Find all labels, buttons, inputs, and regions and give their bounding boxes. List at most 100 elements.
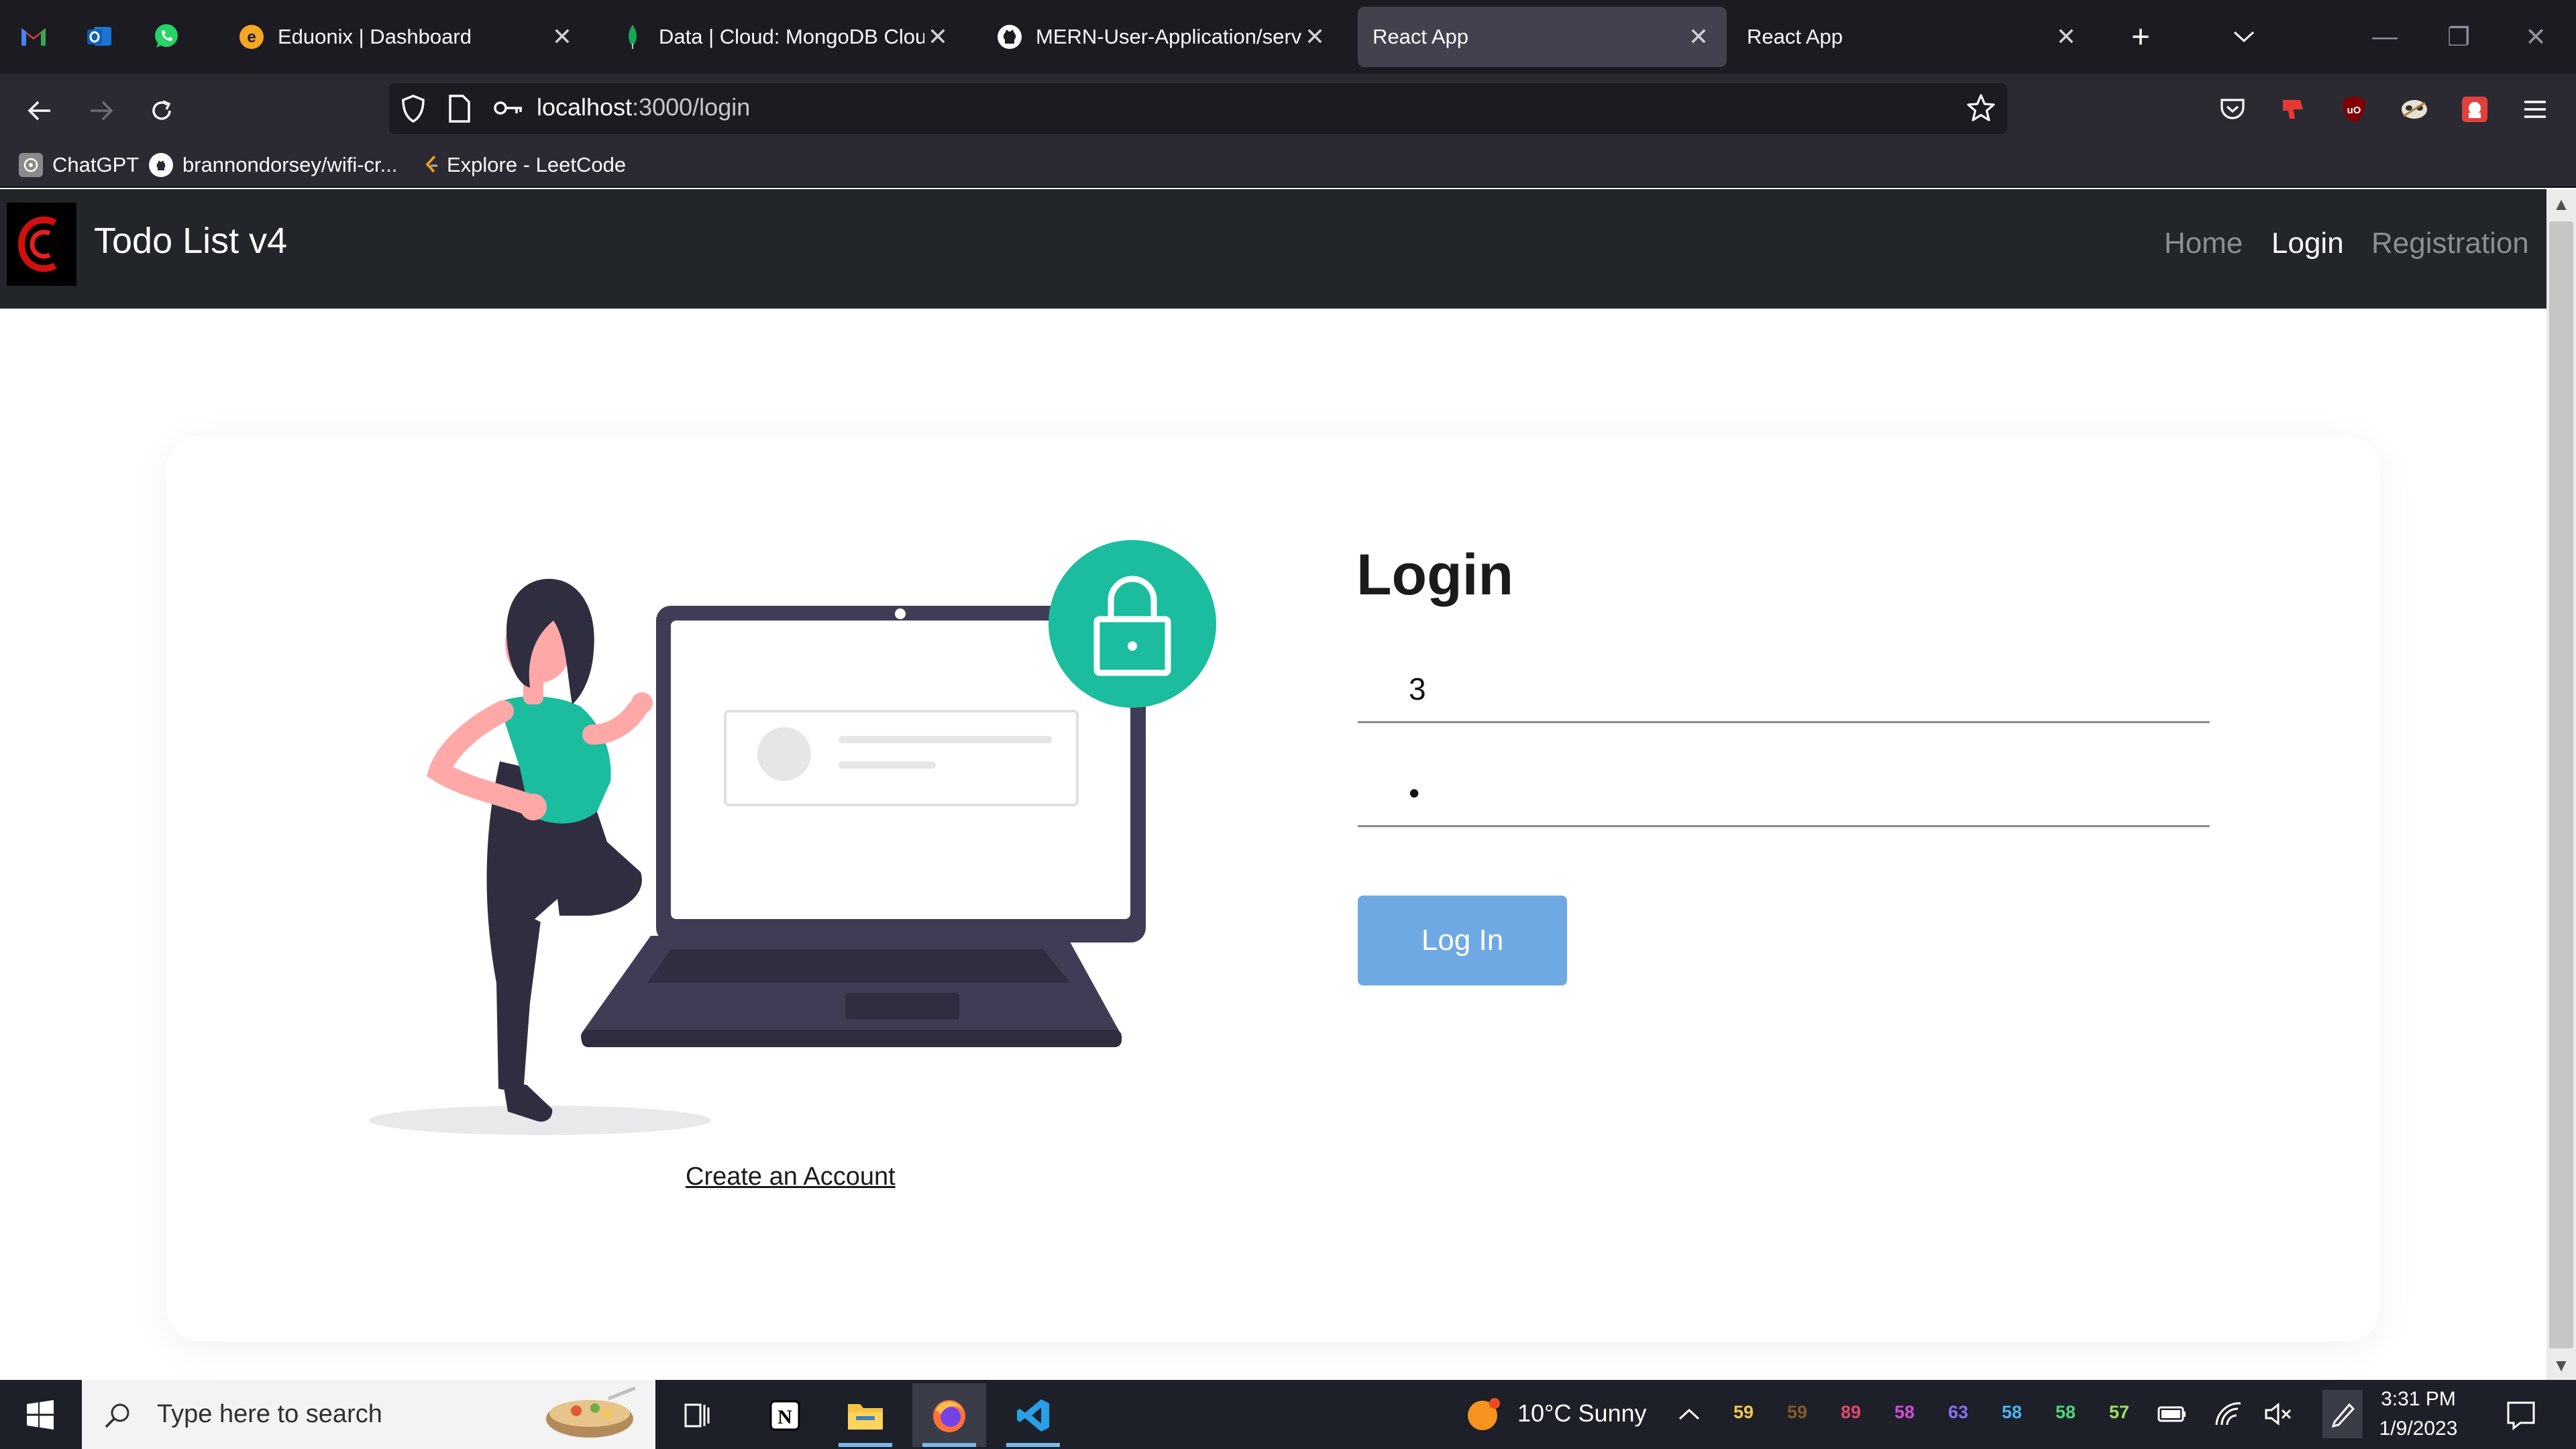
- tab-title: React App: [1373, 25, 1469, 48]
- gmail-pinned-tab[interactable]: [12, 15, 55, 58]
- tab-react-app[interactable]: React App ✕: [1732, 7, 2094, 67]
- key-icon[interactable]: [492, 97, 525, 123]
- close-tab-icon[interactable]: ✕: [549, 23, 576, 51]
- pocket-icon[interactable]: [2213, 90, 2252, 129]
- search-icon: [105, 1403, 129, 1428]
- search-placeholder: Type here to search: [157, 1400, 382, 1428]
- tray-monitor-value: 59: [1787, 1402, 1808, 1422]
- github-icon: [996, 23, 1024, 51]
- new-tab-plus-icon[interactable]: +: [2120, 16, 2161, 58]
- password-input[interactable]: [1358, 760, 2210, 825]
- close-tab-icon[interactable]: ✕: [2053, 23, 2080, 51]
- weather-text[interactable]: 10°C Sunny: [1517, 1399, 1647, 1428]
- tray-monitor-value: 89: [1841, 1402, 1862, 1422]
- bookmark-wifi-cracking[interactable]: brannondorsey/wifi-cr...: [149, 149, 397, 181]
- list-tabs-chevron-icon[interactable]: [2223, 16, 2265, 58]
- svg-text:e: e: [247, 28, 256, 46]
- github-icon: [149, 153, 173, 177]
- page-scrollbar-thumb[interactable]: [2549, 221, 2573, 1348]
- show-hidden-icons-chevron-icon[interactable]: [1670, 1395, 1708, 1433]
- tab-title: React App: [1747, 25, 1843, 48]
- bookmark-leetcode[interactable]: Explore - LeetCode: [424, 149, 626, 181]
- windows-start-button[interactable]: [0, 1380, 80, 1449]
- create-account-link[interactable]: Create an Account: [686, 1163, 896, 1191]
- reload-icon[interactable]: [142, 91, 181, 130]
- speaker-muted-icon[interactable]: [2259, 1395, 2297, 1433]
- whatsapp-pinned-tab[interactable]: [145, 15, 188, 58]
- wifi-icon[interactable]: [2210, 1395, 2247, 1433]
- pen-ink-workspace-icon[interactable]: [2322, 1390, 2363, 1438]
- gmail-icon: [21, 28, 46, 46]
- nav-link-login[interactable]: Login: [2271, 227, 2344, 260]
- firefox-app-icon[interactable]: [912, 1383, 986, 1447]
- page-document-icon[interactable]: [448, 94, 471, 127]
- close-tab-icon[interactable]: ✕: [1301, 23, 1328, 51]
- brand-title[interactable]: Todo List v4: [94, 220, 287, 262]
- taskbar-search-box[interactable]: Type here to search: [82, 1380, 655, 1449]
- tab-title: MERN-User-Application/server: [1036, 25, 1301, 48]
- close-tab-icon[interactable]: ✕: [1685, 23, 1712, 51]
- ublock-origin-icon[interactable]: uO: [2334, 90, 2373, 129]
- url-host: localhost: [537, 93, 633, 121]
- clock-date: 1/9/2023: [2379, 1417, 2458, 1440]
- app-running-indicator: [922, 1443, 976, 1447]
- lock-icon: [1049, 540, 1216, 708]
- tray-monitor-value: 58: [2055, 1402, 2076, 1422]
- clock-time: 3:31 PM: [2381, 1388, 2456, 1410]
- tab-react-app-active[interactable]: React App ✕: [1358, 7, 1727, 67]
- scroll-up-arrow-icon[interactable]: ▲: [2546, 189, 2576, 219]
- leetcode-icon: [424, 153, 440, 177]
- svg-text:uO: uO: [2347, 105, 2361, 116]
- system-clock[interactable]: 3:31 PM 1/9/2023: [2365, 1385, 2472, 1444]
- bookmark-star-icon[interactable]: [1966, 93, 1996, 127]
- hamburger-menu-icon[interactable]: [2516, 90, 2555, 129]
- outlook-pinned-tab[interactable]: [78, 15, 121, 58]
- bookmark-label: Explore - LeetCode: [447, 153, 627, 176]
- close-window-icon[interactable]: ✕: [2506, 16, 2566, 58]
- eduonix-icon: e: [237, 23, 266, 51]
- forward-arrow-icon[interactable]: [82, 91, 121, 130]
- vscode-app-icon[interactable]: [996, 1383, 1070, 1447]
- tray-monitor-value: 58: [1894, 1402, 1915, 1422]
- sunny-weather-icon[interactable]: [1465, 1395, 1503, 1433]
- scroll-down-arrow-icon[interactable]: ▼: [2546, 1350, 2576, 1380]
- tray-monitor-value: 58: [2002, 1402, 2023, 1422]
- extension-mask-icon[interactable]: [2395, 90, 2434, 129]
- login-illustration: [369, 540, 1216, 1135]
- youtube-dislike-extension-icon[interactable]: [2274, 90, 2313, 129]
- tab-title: Eduonix | Dashboard: [278, 25, 472, 48]
- bookmark-chatgpt[interactable]: ChatGPT: [19, 149, 139, 181]
- whatsapp-icon: [155, 24, 178, 48]
- log-in-button[interactable]: Log In: [1358, 896, 1567, 985]
- back-arrow-icon[interactable]: [20, 91, 59, 130]
- close-tab-icon[interactable]: ✕: [924, 23, 951, 51]
- tab-eduonix[interactable]: e Eduonix | Dashboard ✕: [223, 7, 590, 67]
- red-swirl-logo-icon: [17, 216, 57, 272]
- notion-app-icon[interactable]: N: [748, 1383, 822, 1447]
- shield-icon[interactable]: [400, 94, 427, 127]
- tray-monitor-value: 63: [1948, 1402, 1969, 1422]
- task-view-icon[interactable]: [661, 1383, 735, 1447]
- search-highlight-bowl-icon: [546, 1386, 636, 1438]
- brand-logo[interactable]: [7, 203, 76, 286]
- battery-icon[interactable]: [2153, 1395, 2191, 1433]
- url-text[interactable]: localhost:3000/login: [537, 93, 750, 121]
- restore-icon[interactable]: ❐: [2428, 16, 2489, 58]
- svg-text:N: N: [777, 1406, 792, 1428]
- minimize-icon[interactable]: —: [2355, 16, 2415, 58]
- nav-link-registration[interactable]: Registration: [2371, 227, 2529, 260]
- tab-github[interactable]: MERN-User-Application/server ✕: [981, 7, 1343, 67]
- username-input[interactable]: [1358, 656, 2210, 721]
- tray-monitor-value: 59: [1733, 1402, 1754, 1422]
- notification-center-icon[interactable]: [2502, 1397, 2540, 1434]
- extension-red-puzzle-icon[interactable]: [2455, 90, 2494, 129]
- bookmark-label: brannondorsey/wifi-cr...: [182, 153, 398, 176]
- password-field-wrapper: [1358, 760, 2210, 827]
- file-explorer-app-icon[interactable]: [828, 1383, 902, 1447]
- url-path: :3000/login: [632, 93, 751, 121]
- tray-monitor-value: 57: [2109, 1402, 2130, 1422]
- chatgpt-icon: [19, 153, 43, 177]
- tab-mongodb[interactable]: Data | Cloud: MongoDB Cloud ✕: [604, 7, 966, 67]
- bookmark-label: ChatGPT: [52, 153, 140, 176]
- nav-link-home[interactable]: Home: [2164, 227, 2243, 260]
